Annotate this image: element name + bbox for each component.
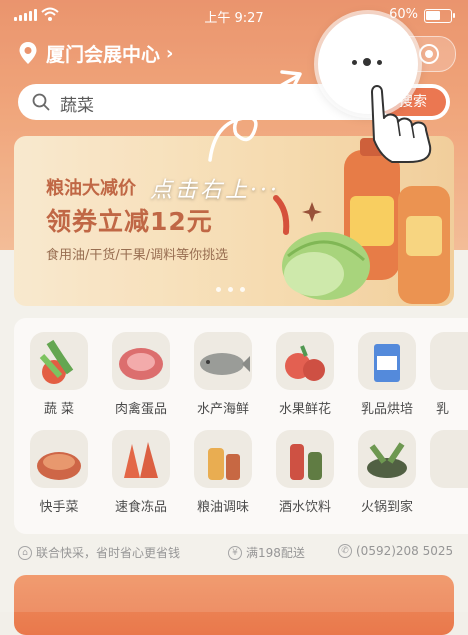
guide-hint-text: 点击右上··· xyxy=(150,178,280,203)
guide-arrow-icon xyxy=(208,70,432,163)
pointing-hand-icon xyxy=(371,85,432,163)
